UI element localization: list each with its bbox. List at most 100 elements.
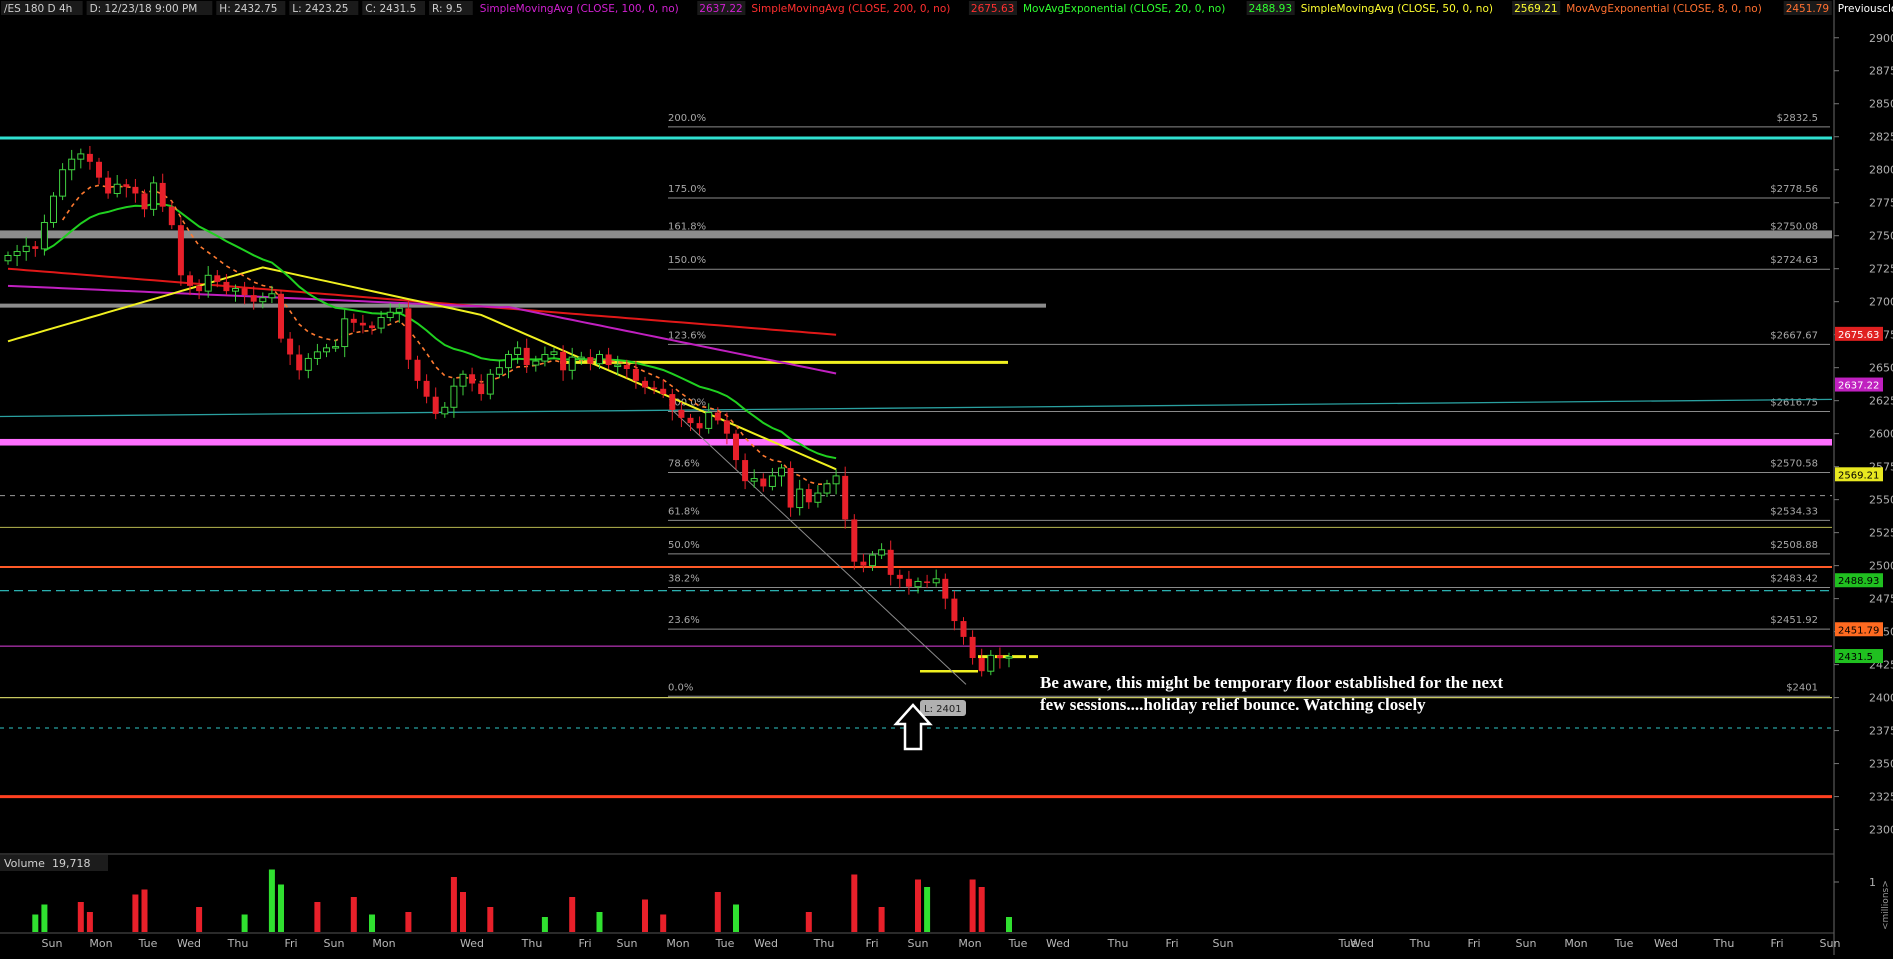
volume-bar: [141, 889, 148, 932]
candle-body-up: [532, 360, 540, 366]
candle-body-down: [187, 275, 193, 286]
candle-body-up: [832, 475, 840, 485]
candle-body-up: [259, 297, 267, 303]
candle-body-down: [896, 574, 903, 579]
study-label: MovAvgExponential (CLOSE, 20, 0, no): [1023, 3, 1225, 15]
volume-bar: [660, 914, 667, 932]
candle-body-down: [359, 322, 366, 326]
volume-bar: [132, 894, 139, 932]
volume-bar: [487, 907, 494, 932]
price-bubble-label: 2488.93: [1838, 576, 1879, 587]
x-tick-label: Thu: [813, 937, 835, 950]
candle-body-up: [386, 311, 394, 319]
volume-bar: [714, 892, 721, 932]
x-tick-label: Fri: [1165, 937, 1178, 950]
candle-body-down: [678, 409, 685, 418]
fib-price-label: $2832.5: [1777, 113, 1818, 124]
x-tick-label: Fri: [578, 937, 591, 950]
price-bubble-label: 2637.22: [1838, 381, 1879, 392]
x-tick-label: Mon: [372, 937, 395, 950]
candle-body-down: [177, 225, 184, 276]
chart-header: /ES 180 D 4h D: 12/23/18 9:00 PM H: 2432.7…: [0, 0, 1893, 16]
fib-price-label: $2724.63: [1770, 255, 1818, 266]
candle-body-up: [441, 406, 449, 415]
y-tick-label: 2900: [1869, 32, 1893, 45]
y-tick-label: 2650: [1869, 362, 1893, 375]
candle-body-up: [768, 475, 776, 487]
candle-body-up: [495, 367, 503, 375]
candle-body-up: [1005, 656, 1013, 659]
volume-bar: [32, 914, 39, 932]
volume-bar: [642, 899, 648, 932]
candle-body-down: [478, 383, 485, 395]
volume-bar: [241, 914, 248, 932]
volume-bar: [86, 912, 93, 932]
volume-bar: [924, 887, 931, 932]
candle-body-up: [68, 158, 76, 171]
candle-body-down: [123, 184, 130, 187]
candle-body-up: [304, 357, 312, 371]
candle-body-down: [141, 193, 148, 210]
y-tick-label: 2300: [1869, 824, 1893, 837]
candle-body-down: [32, 246, 39, 249]
candle-body-up: [750, 478, 758, 482]
candle-body-up: [987, 654, 995, 672]
candle-body-down: [996, 655, 1003, 659]
candle-body-down: [96, 161, 102, 178]
x-tick-label: Fri: [1467, 937, 1480, 950]
candle-body-down: [924, 581, 931, 583]
candle-body-down: [605, 354, 612, 366]
volume-bar: [41, 904, 48, 932]
candle-body-up: [268, 293, 276, 299]
candle-body-up: [568, 356, 576, 371]
candle-body-down: [132, 186, 139, 194]
y-tick-label: 2850: [1869, 98, 1893, 111]
annotation-line-2: few sessions....holiday relief bounce. W…: [1040, 695, 1426, 714]
x-tick-label: Wed: [754, 937, 778, 950]
x-tick-label: Thu: [521, 937, 543, 950]
candle-body-down: [105, 177, 112, 194]
x-tick-label: Mon: [666, 937, 689, 950]
candle-body-down: [660, 388, 667, 395]
candle-body-up: [13, 251, 21, 257]
candle-body-down: [969, 636, 976, 659]
x-tick-label: Mon: [1564, 937, 1587, 950]
x-tick-label: Thu: [1409, 937, 1431, 950]
candle-body-up: [332, 346, 340, 349]
candle-body-down: [669, 394, 676, 410]
candle-body-down: [159, 182, 166, 207]
volume-bar: [569, 897, 576, 932]
y-tick-label: 2350: [1869, 758, 1893, 771]
study-label: SimpleMovingAvg (CLOSE, 50, 0, no): [1301, 3, 1493, 15]
header-field: /ES 180 D 4h: [4, 3, 72, 15]
x-tick-label: Tue: [1008, 937, 1028, 950]
candle-body-up: [705, 412, 713, 429]
fib-price-label: $2667.67: [1770, 330, 1818, 341]
candle-body-down: [860, 561, 867, 566]
candle-body-down: [642, 380, 648, 388]
volume-bar: [278, 884, 284, 932]
y-tick-label: 2725: [1869, 263, 1893, 276]
candle-body-down: [414, 359, 421, 381]
volume-bar: [541, 917, 548, 932]
candle-body-down: [942, 578, 949, 599]
y-tick-label: 2800: [1869, 164, 1893, 177]
volume-bar: [314, 902, 321, 932]
volume-bar: [851, 874, 858, 932]
header-field: R: 9.5: [432, 3, 463, 15]
candle-body-down: [469, 374, 476, 384]
study-value: 2569.21: [1514, 3, 1557, 15]
y-tick-label: 2500: [1869, 560, 1893, 573]
candle-body-down: [632, 368, 639, 381]
candle-body-down: [978, 658, 985, 672]
fib-pct-label: 150.0%: [668, 255, 706, 266]
volume-bar: [805, 912, 812, 932]
study-value: 2637.22: [699, 3, 742, 15]
volume-bar: [369, 914, 375, 932]
volume-bar: [196, 907, 203, 932]
candle-body-up: [150, 182, 158, 210]
candle-body-down: [905, 578, 912, 587]
x-tick-label: Tue: [1614, 937, 1634, 950]
candle-body-down: [742, 460, 749, 482]
header-field: D: 12/23/18 9:00 PM: [90, 3, 198, 15]
